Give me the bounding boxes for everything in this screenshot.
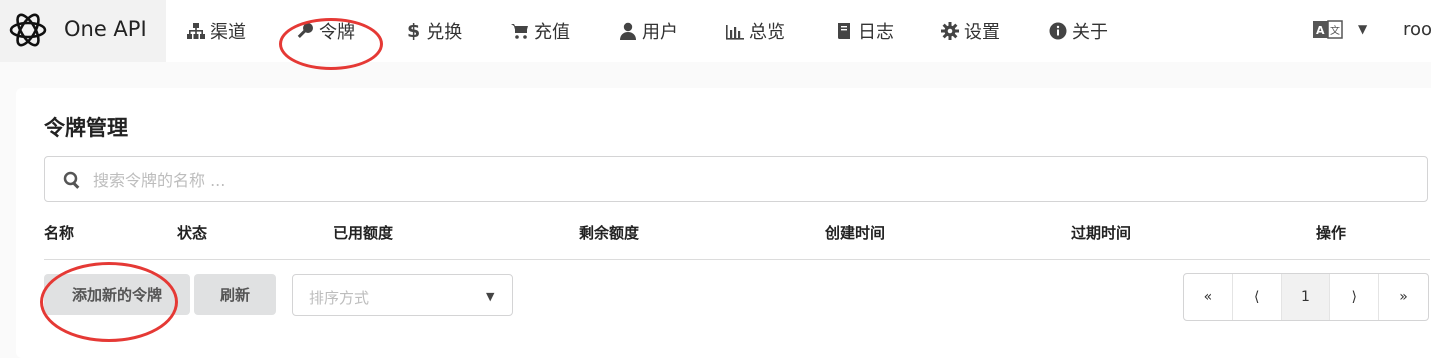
prev-page-button[interactable]: ⟨	[1233, 274, 1282, 320]
page-title: 令牌管理	[44, 116, 128, 140]
nav-item-overview[interactable]: 总览	[726, 19, 785, 43]
sort-select-placeholder: 排序方式	[309, 289, 370, 307]
nav-item-redeem[interactable]: $ 兑换	[407, 19, 462, 43]
info-icon	[1049, 22, 1067, 40]
search-input[interactable]	[91, 163, 1415, 197]
nav-item-about[interactable]: 关于	[1049, 19, 1108, 43]
nav-item-topup[interactable]: 充值	[511, 19, 570, 43]
book-icon	[838, 23, 850, 39]
brand[interactable]: One API	[0, 0, 166, 62]
svg-text:A: A	[1316, 24, 1325, 37]
nav-item-settings[interactable]: 设置	[941, 19, 1000, 43]
chevron-down-icon[interactable]: ▼	[1358, 22, 1367, 36]
next-page-button[interactable]: ⟩	[1330, 274, 1380, 320]
nav-label: 关于	[1072, 22, 1108, 43]
nav-label: 兑换	[426, 22, 463, 43]
gear-icon	[941, 22, 959, 40]
pagination: « ⟨ 1 ⟩ »	[1183, 273, 1429, 321]
brand-name: One API	[64, 17, 147, 41]
nav-item-channels[interactable]: 渠道	[187, 19, 246, 43]
column-header-actions: 操作	[1316, 224, 1347, 242]
column-header-name[interactable]: 名称	[44, 222, 74, 243]
user-icon	[620, 22, 636, 40]
bar-chart-icon	[726, 25, 744, 40]
nav-label: 充值	[534, 22, 570, 43]
current-page-button[interactable]: 1	[1281, 274, 1331, 320]
svg-text:文: 文	[1330, 24, 1340, 37]
column-header-used-quota[interactable]: 已用额度	[333, 222, 393, 243]
refresh-button[interactable]: 刷新	[194, 274, 276, 315]
nav-label: 设置	[964, 22, 1000, 43]
nav-label: 渠道	[210, 22, 246, 43]
nav-label: 用户	[642, 22, 678, 43]
search-box[interactable]	[44, 156, 1428, 202]
dollar-icon: $	[407, 20, 421, 42]
column-header-expire-time[interactable]: 过期时间	[1071, 222, 1131, 243]
column-header-remaining-quota[interactable]: 剩余额度	[579, 222, 639, 243]
nav-item-logs[interactable]: 日志	[835, 19, 894, 43]
annotation-circle-tokens	[279, 18, 383, 70]
annotation-circle-add-token	[40, 262, 178, 342]
openai-logo-icon	[9, 13, 47, 47]
nav-label: 总览	[749, 22, 785, 43]
last-page-button[interactable]: »	[1379, 274, 1428, 320]
chevron-down-icon: ▼	[486, 290, 495, 303]
first-page-button[interactable]: «	[1184, 274, 1233, 320]
nav-item-users[interactable]: 用户	[619, 19, 678, 43]
translate-icon[interactable]: A 文	[1313, 20, 1343, 40]
column-header-created-time[interactable]: 创建时间	[825, 222, 885, 243]
top-nav: One API 渠道 令牌 $ 兑换 充值 用户 总览 日志 设置 关于 A 文…	[0, 0, 1431, 62]
nav-label: 日志	[858, 22, 894, 43]
table-header-divider	[44, 259, 1430, 260]
search-icon	[63, 171, 80, 189]
sitemap-icon	[187, 23, 205, 39]
user-menu[interactable]: roo	[1403, 19, 1431, 40]
column-header-status[interactable]: 状态	[177, 222, 207, 243]
cart-icon	[511, 24, 528, 39]
sort-select[interactable]: 排序方式 ▼	[292, 274, 513, 316]
